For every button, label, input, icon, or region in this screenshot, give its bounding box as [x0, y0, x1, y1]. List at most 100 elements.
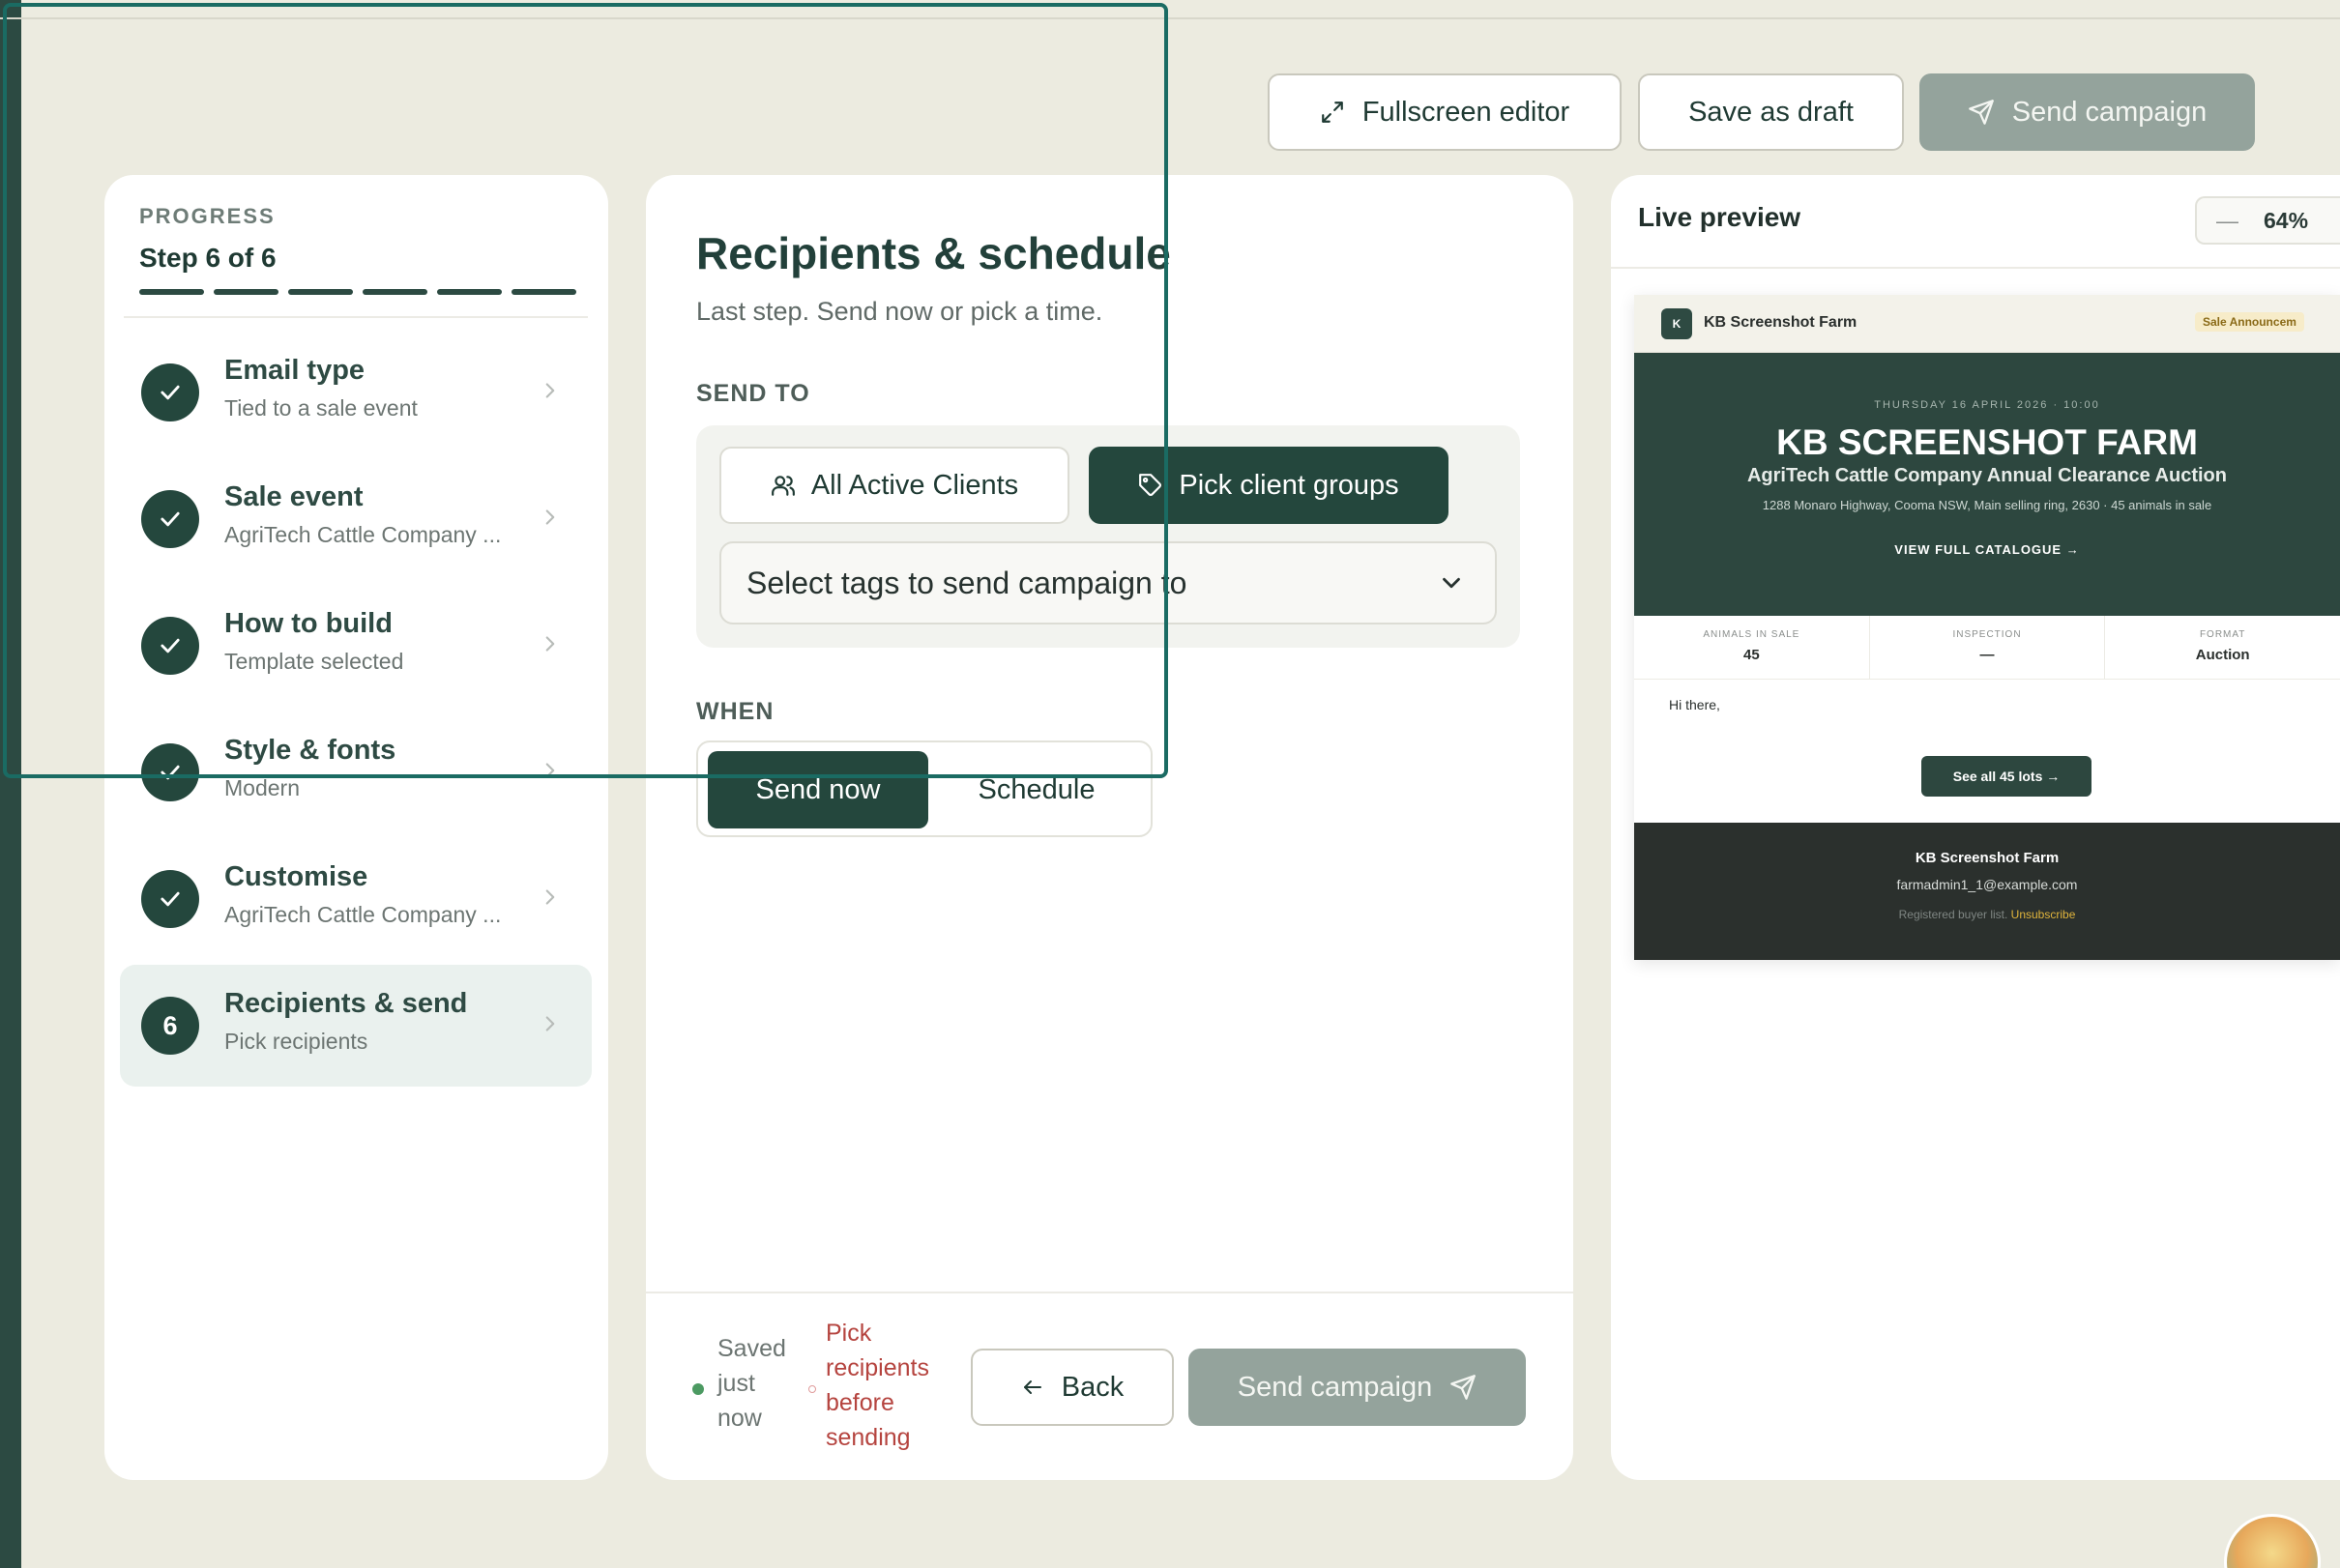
zoom-level: 64%	[2264, 207, 2309, 233]
chevron-right-icon	[545, 509, 555, 525]
send-to-label: SEND TO	[696, 380, 810, 407]
all-active-clients-label: All Active Clients	[810, 469, 1019, 501]
chevron-right-icon	[545, 383, 555, 398]
step-customise[interactable]: Customise AgriTech Cattle Company ...	[120, 838, 592, 960]
email-footer: KB Screenshot Farm farmadmin1_1@example.…	[1634, 823, 2340, 960]
step-subtitle: Pick recipients	[224, 1029, 368, 1054]
progress-segment-6	[512, 289, 576, 295]
send-campaign-top-button[interactable]: Send campaign	[1919, 73, 2255, 151]
saved-status-dot	[692, 1383, 704, 1395]
step-subtitle: AgriTech Cattle Company ...	[224, 522, 502, 547]
progress-panel: PROGRESS Step 6 of 6 Email type Tied to …	[104, 175, 608, 1480]
stat-label: INSPECTION	[1952, 629, 2022, 640]
progress-segment-5	[437, 289, 502, 295]
footer-divider	[646, 1292, 1573, 1293]
step-email-type[interactable]: Email type Tied to a sale event	[120, 332, 592, 453]
unsubscribe-link: Unsubscribe	[2010, 908, 2076, 921]
progress-divider	[124, 316, 588, 318]
left-edge-strip	[0, 0, 21, 1568]
arrow-left-icon	[1023, 1380, 1041, 1394]
pick-client-groups-button[interactable]: Pick client groups	[1089, 447, 1448, 524]
chevron-right-icon	[545, 889, 555, 905]
email-date-line: THURSDAY 16 APRIL 2026 · 10:00	[1874, 399, 2100, 411]
stat-format: FORMAT Auction	[2105, 616, 2340, 679]
step-title: Email type	[224, 355, 366, 386]
send-to-panel: All Active Clients Pick client groups Se…	[696, 425, 1520, 648]
email-header-bar: K KB Screenshot Farm Sale Announcem	[1634, 295, 2340, 353]
progress-bar	[139, 289, 576, 295]
stat-value: Auction	[2195, 647, 2250, 663]
step-complete-badge	[141, 490, 199, 548]
registered-text: Registered buyer list.	[1898, 908, 2008, 921]
send-campaign-bottom-button[interactable]: Send campaign	[1188, 1349, 1526, 1426]
user-avatar[interactable]	[2224, 1514, 2321, 1568]
tag-icon	[1139, 474, 1162, 496]
warning-dot	[808, 1385, 816, 1393]
stat-animals: ANIMALS IN SALE 45	[1634, 616, 1870, 679]
step-sale-event[interactable]: Sale event AgriTech Cattle Company ...	[120, 458, 592, 580]
save-as-draft-button[interactable]: Save as draft	[1638, 73, 1904, 151]
email-stats-row: ANIMALS IN SALE 45 INSPECTION — FORMAT A…	[1634, 616, 2340, 680]
step-how-to-build[interactable]: How to build Template selected	[120, 585, 592, 707]
back-button[interactable]: Back	[971, 1349, 1174, 1426]
progress-segment-1	[139, 289, 204, 295]
users-icon	[771, 476, 795, 496]
progress-segment-4	[363, 289, 427, 295]
all-active-clients-button[interactable]: All Active Clients	[719, 447, 1069, 524]
chevron-down-icon	[1443, 577, 1460, 589]
zoom-out-icon[interactable]: —	[2216, 208, 2238, 234]
stat-value: —	[1979, 647, 1995, 663]
stat-label: ANIMALS IN SALE	[1703, 629, 1800, 640]
progress-segment-2	[214, 289, 278, 295]
page-subtitle: Last step. Send now or pick a time.	[696, 297, 1103, 326]
when-label: WHEN	[696, 698, 775, 725]
check-icon	[161, 385, 180, 400]
recipients-warning-text: Pick recipients before sending	[826, 1320, 929, 1451]
view-catalogue-link: VIEW FULL CATALOGUE →	[1894, 542, 2080, 557]
send-now-option[interactable]: Send now	[708, 751, 928, 828]
email-footer-registered: Registered buyer list. Unsubscribe	[1634, 908, 2340, 921]
fullscreen-editor-button[interactable]: Fullscreen editor	[1268, 73, 1622, 151]
email-hero: THURSDAY 16 APRIL 2026 · 10:00 KB SCREEN…	[1634, 353, 2340, 616]
email-event-name: AgriTech Cattle Company Annual Clearance…	[1746, 465, 2227, 486]
email-footer-name: KB Screenshot Farm	[1915, 850, 2060, 866]
step-complete-badge	[141, 363, 199, 421]
step-subtitle: AgriTech Cattle Company ...	[224, 902, 502, 927]
stat-value: 45	[1742, 647, 1760, 663]
check-icon	[161, 891, 180, 907]
save-as-draft-label: Save as draft	[1688, 96, 1854, 128]
live-preview-title: Live preview	[1638, 202, 1801, 232]
check-icon	[161, 638, 180, 653]
zoom-control[interactable]: — 64%	[2195, 196, 2340, 245]
tag-select-placeholder: Select tags to send campaign to	[746, 565, 1187, 600]
step-style-fonts[interactable]: Style & fonts Modern	[120, 711, 592, 833]
saved-status-text: Saved just now	[717, 1335, 786, 1432]
email-hero-name: KB SCREENSHOT FARM	[1776, 422, 2198, 462]
email-address: 1288 Monaro Highway, Cooma NSW, Main sel…	[1762, 498, 2212, 512]
chevron-right-icon	[545, 636, 555, 652]
email-farm-name: KB Screenshot Farm	[1704, 314, 1857, 331]
farm-logo: K	[1661, 308, 1692, 339]
schedule-option[interactable]: Schedule	[928, 751, 1145, 828]
expand-icon	[1320, 100, 1345, 125]
when-toggle: Send now Schedule	[696, 740, 1153, 837]
step-recipients-send[interactable]: 6 Recipients & send Pick recipients	[120, 965, 592, 1087]
email-preview: K KB Screenshot Farm Sale Announcem THUR…	[1634, 295, 2340, 960]
step-title: Style & fonts	[224, 735, 396, 766]
send-plane-icon	[1450, 1375, 1477, 1400]
check-icon	[161, 511, 180, 527]
fullscreen-editor-label: Fullscreen editor	[1361, 96, 1570, 128]
send-campaign-top-label: Send campaign	[2011, 96, 2208, 128]
step-complete-badge	[141, 617, 199, 675]
send-plane-icon	[1968, 99, 1995, 126]
progress-heading: PROGRESS	[139, 204, 276, 228]
step-complete-badge	[141, 743, 199, 801]
step-complete-badge	[141, 870, 199, 928]
chevron-right-icon	[545, 1016, 555, 1031]
stat-inspection: INSPECTION —	[1870, 616, 2106, 679]
tag-select-dropdown[interactable]: Select tags to send campaign to	[719, 541, 1497, 624]
chevron-right-icon	[545, 763, 555, 778]
see-all-lots-button: See all 45 lots →	[1921, 756, 2091, 797]
step-subtitle: Template selected	[224, 649, 404, 674]
step-title: Sale event	[224, 481, 364, 512]
